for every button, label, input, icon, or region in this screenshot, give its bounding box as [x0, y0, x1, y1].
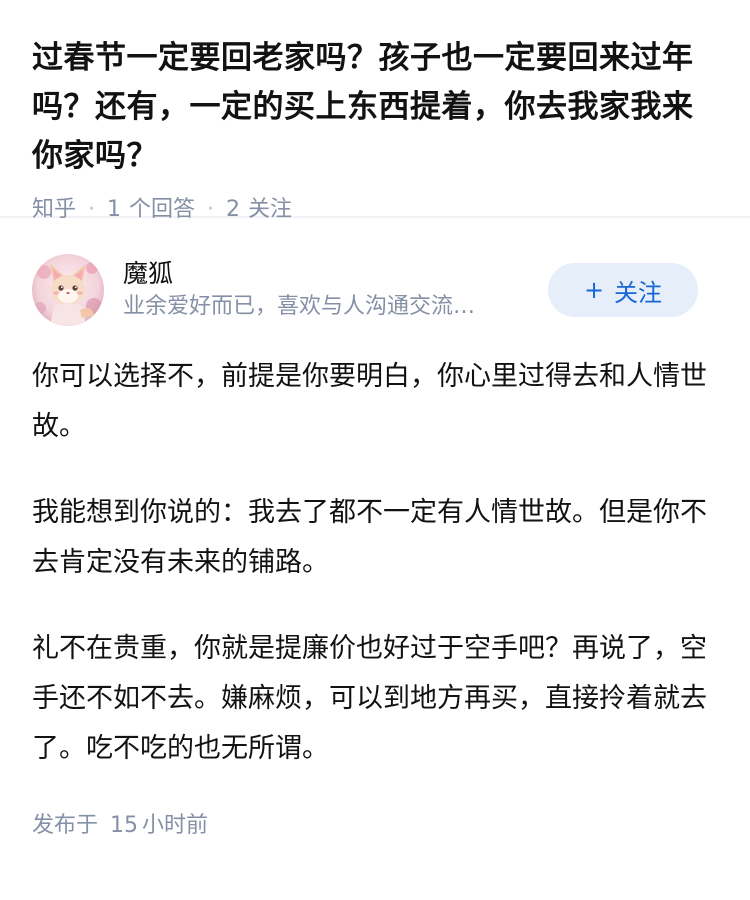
answer-count: 1 [107, 197, 122, 222]
meta-separator: · [88, 197, 96, 222]
follow-button[interactable]: + 关注 [548, 263, 698, 317]
meta-separator: · [207, 197, 215, 222]
publish-time: 发布于 15 小时前 [32, 810, 718, 842]
publish-time-prefix: 发布于 [32, 813, 99, 838]
follow-button-label: 关注 [614, 278, 663, 307]
follow-count: 2 [226, 197, 241, 222]
question-title[interactable]: 过春节一定要回老家吗？孩子也一定要回来过年吗？还有，一定的买上东西提着，你去我家… [32, 34, 718, 181]
answer-paragraph: 你可以选择不，前提是你要明白，你心里过得去和人情世故。 [32, 361, 707, 442]
answer-count-label: 个回答 [129, 197, 196, 222]
publish-time-num: 15 [110, 813, 139, 838]
author-info: 魔狐 业余爱好而已，喜欢与人沟通交流… [123, 257, 536, 323]
answer-content: 你可以选择不，前提是你要明白，你心里过得去和人情世故。 我能想到你说的：我去了都… [32, 352, 718, 774]
source-label[interactable]: 知乎 [32, 195, 76, 225]
fox-avatar-icon[interactable] [32, 254, 104, 326]
answer-card: 魔狐 业余爱好而已，喜欢与人沟通交流… + 关注 你可以选择不，前提是你要明白，… [0, 218, 750, 842]
publish-time-unit: 小时前 [142, 813, 209, 838]
follow-count-label: 关注 [248, 197, 293, 222]
author-row: 魔狐 业余爱好而已，喜欢与人沟通交流… + 关注 [32, 254, 718, 326]
author-name[interactable]: 魔狐 [123, 257, 536, 291]
answer-paragraph: 我能想到你说的：我去了都不一定有人情世故。但是你不去肯定没有未来的铺路。 [32, 497, 707, 578]
plus-icon: + [583, 276, 605, 304]
author-bio: 业余爱好而已，喜欢与人沟通交流… [123, 294, 476, 319]
answer-paragraph: 礼不在贵重，你就是提廉价也好过于空手吧？再说了，空手还不如不去。嫌麻烦，可以到地… [32, 633, 707, 764]
question-header: 过春节一定要回老家吗？孩子也一定要回来过年吗？还有，一定的买上东西提着，你去我家… [0, 0, 750, 222]
